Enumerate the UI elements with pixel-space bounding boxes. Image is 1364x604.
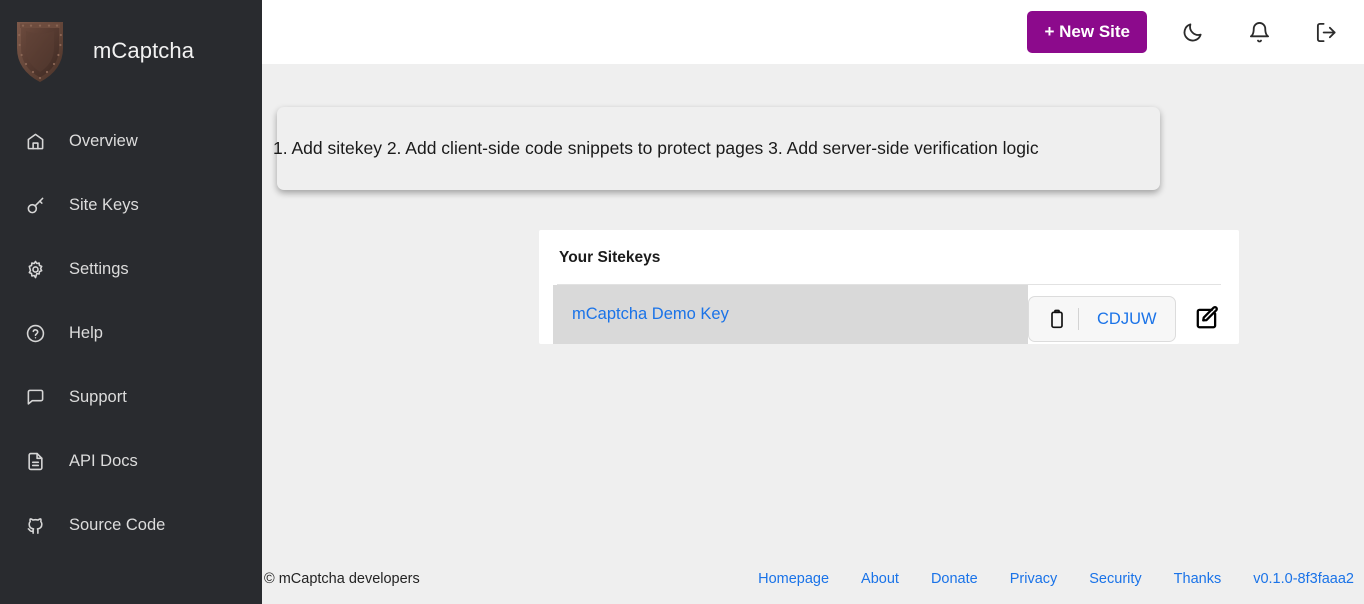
sidebar-item-support[interactable]: Support bbox=[0, 374, 262, 420]
sidebar-nav: Overview Site Keys Settings Help bbox=[0, 118, 262, 566]
bell-icon bbox=[1248, 21, 1271, 44]
sidebar-item-label: Settings bbox=[69, 260, 129, 279]
sidebar-item-label: Site Keys bbox=[69, 196, 139, 215]
footer-link-thanks[interactable]: Thanks bbox=[1174, 571, 1222, 587]
sitekeys-title: Your Sitekeys bbox=[539, 230, 1239, 284]
gear-icon bbox=[26, 260, 45, 279]
new-site-button[interactable]: + New Site bbox=[1027, 11, 1147, 53]
sidebar: mCaptcha Overview Site Keys Settings bbox=[0, 0, 262, 604]
sidebar-item-api-docs[interactable]: API Docs bbox=[0, 438, 262, 484]
footer-link-donate[interactable]: Donate bbox=[931, 571, 978, 587]
footer-link-version[interactable]: v0.1.0-8f3faaa2 bbox=[1253, 571, 1354, 587]
home-icon bbox=[26, 132, 45, 151]
table-row: mCaptcha Demo Key CDJUW bbox=[539, 285, 1239, 344]
sidebar-item-site-keys[interactable]: Site Keys bbox=[0, 182, 262, 228]
sitekey-code: CDJUW bbox=[1097, 310, 1157, 329]
message-square-icon bbox=[26, 388, 45, 407]
brand[interactable]: mCaptcha bbox=[0, 0, 262, 102]
footer-link-security[interactable]: Security bbox=[1089, 571, 1141, 587]
notifications-button[interactable] bbox=[1237, 10, 1281, 54]
moon-icon bbox=[1181, 21, 1204, 44]
shield-icon bbox=[14, 18, 66, 84]
file-text-icon bbox=[26, 452, 45, 471]
howto-banner-text: 1. Add sitekey 2. Add client-side code s… bbox=[273, 137, 1163, 159]
top-header: + New Site bbox=[262, 0, 1364, 64]
edit-icon bbox=[1194, 305, 1226, 331]
sitekey-name-link[interactable]: mCaptcha Demo Key bbox=[572, 305, 729, 324]
sidebar-item-label: Source Code bbox=[69, 516, 165, 535]
sidebar-item-label: API Docs bbox=[69, 452, 138, 471]
edit-sitekey-button[interactable] bbox=[1194, 302, 1226, 334]
footer-link-homepage[interactable]: Homepage bbox=[758, 571, 829, 587]
sidebar-item-overview[interactable]: Overview bbox=[0, 118, 262, 164]
copyright-text: © mCaptcha developers bbox=[264, 571, 420, 587]
sidebar-item-help[interactable]: Help bbox=[0, 310, 262, 356]
howto-banner: 1. Add sitekey 2. Add client-side code s… bbox=[277, 107, 1160, 190]
app-root: mCaptcha Overview Site Keys Settings bbox=[0, 0, 1364, 604]
footer-links: Homepage About Donate Privacy Security T… bbox=[758, 571, 1354, 587]
github-icon bbox=[26, 516, 45, 535]
help-circle-icon bbox=[26, 324, 45, 343]
footer: © mCaptcha developers Homepage About Don… bbox=[262, 556, 1364, 604]
sidebar-item-label: Overview bbox=[69, 132, 138, 151]
log-out-icon bbox=[1315, 21, 1338, 44]
main-content: 1. Add sitekey 2. Add client-side code s… bbox=[262, 64, 1364, 604]
sitekey-name-cell[interactable]: mCaptcha Demo Key bbox=[553, 285, 1028, 344]
footer-link-about[interactable]: About bbox=[861, 571, 899, 587]
sidebar-item-label: Help bbox=[69, 324, 103, 343]
dark-mode-toggle-button[interactable] bbox=[1170, 10, 1214, 54]
sitekeys-card: Your Sitekeys mCaptcha Demo Key CDJUW bbox=[539, 230, 1239, 344]
sidebar-item-settings[interactable]: Settings bbox=[0, 246, 262, 292]
logout-button[interactable] bbox=[1304, 10, 1348, 54]
copy-sitekey-button[interactable]: CDJUW bbox=[1028, 296, 1176, 342]
sidebar-item-label: Support bbox=[69, 388, 127, 407]
clipboard-icon bbox=[1047, 309, 1067, 329]
key-icon bbox=[26, 196, 45, 215]
footer-link-privacy[interactable]: Privacy bbox=[1010, 571, 1058, 587]
brand-title: mCaptcha bbox=[93, 38, 194, 64]
sidebar-item-source-code[interactable]: Source Code bbox=[0, 502, 262, 548]
pill-divider bbox=[1078, 308, 1079, 330]
